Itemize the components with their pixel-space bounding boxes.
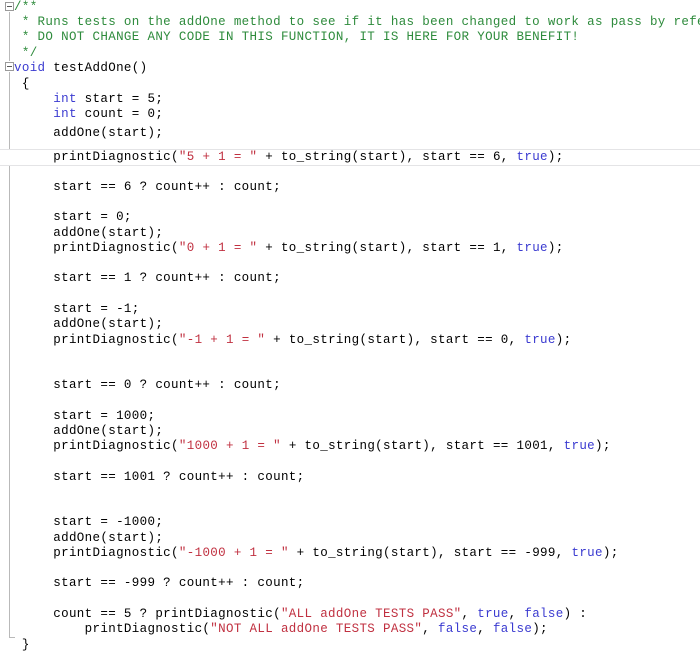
code-line[interactable]: addOne(start); xyxy=(14,424,700,439)
code-line[interactable]: { xyxy=(14,77,700,92)
code-token-st: "ALL addOne TESTS PASS" xyxy=(280,607,462,621)
code-token-pl: printDiagnostic( xyxy=(14,333,179,347)
code-token-pl: + to_string(start), start == 0, xyxy=(265,333,525,347)
code-token-pl: , xyxy=(461,607,478,621)
code-token-cm: */ xyxy=(14,46,38,60)
code-token-pl: start = 1000; xyxy=(14,409,156,423)
code-token-kw: false xyxy=(524,607,564,621)
code-token-pl: start = -1; xyxy=(14,302,140,316)
code-token-pl: start == 0 ? count++ : count; xyxy=(14,378,281,392)
code-token-cm: /** xyxy=(14,0,38,14)
code-token-pl: ); xyxy=(555,333,572,347)
code-line[interactable]: int count = 0; xyxy=(14,107,700,122)
code-token-pl: addOne(start); xyxy=(14,126,164,140)
code-token-pl: printDiagnostic( xyxy=(14,622,211,636)
code-token-kw: true xyxy=(516,150,548,164)
code-token-cm: * Runs tests on the addOne method to see… xyxy=(14,15,700,29)
code-token-st: "1000 + 1 = " xyxy=(178,439,281,453)
code-token-kw: false xyxy=(437,622,478,636)
code-token-kw: void xyxy=(14,61,46,75)
code-line[interactable]: addOne(start); xyxy=(14,126,700,141)
code-line[interactable]: * Runs tests on the addOne method to see… xyxy=(14,15,700,30)
code-line[interactable]: printDiagnostic("1000 + 1 = " + to_strin… xyxy=(14,439,700,454)
code-line[interactable]: start == 1001 ? count++ : count; xyxy=(14,470,700,485)
code-token-pl: } xyxy=(14,638,30,652)
code-editor[interactable]: /** * Runs tests on the addOne method to… xyxy=(0,0,700,654)
code-line[interactable]: count == 5 ? printDiagnostic("ALL addOne… xyxy=(14,607,700,622)
code-token-pl: start == 1001 ? count++ : count; xyxy=(14,470,305,484)
code-token-st: "0 + 1 = " xyxy=(178,241,258,255)
code-token-kw: true xyxy=(477,607,509,621)
code-token-pl: testAddOne() xyxy=(45,61,148,75)
code-token-kw: true xyxy=(571,546,603,560)
code-token-pl: , xyxy=(477,622,493,636)
code-line[interactable]: start == 0 ? count++ : count; xyxy=(14,378,700,393)
code-token-kw: int xyxy=(53,92,77,106)
code-token-pl: printDiagnostic( xyxy=(14,439,179,453)
code-line[interactable]: */ xyxy=(14,46,700,61)
code-token-pl: ); xyxy=(532,622,548,636)
code-token-pl: start == 1 ? count++ : count; xyxy=(14,271,281,285)
code-line[interactable]: start == -999 ? count++ : count; xyxy=(14,576,700,591)
code-token-pl: , xyxy=(508,607,525,621)
code-token-pl: + to_string(start), start == 6, xyxy=(257,150,517,164)
code-line[interactable]: void testAddOne() xyxy=(14,61,700,76)
code-text-area[interactable]: /** * Runs tests on the addOne method to… xyxy=(0,0,700,654)
code-token-pl: printDiagnostic( xyxy=(14,241,179,255)
code-token-cm: * DO NOT CHANGE ANY CODE IN THIS FUNCTIO… xyxy=(14,30,580,44)
code-token-pl: printDiagnostic( xyxy=(14,546,179,560)
code-line-current[interactable]: printDiagnostic("5 + 1 = " + to_string(s… xyxy=(0,149,700,167)
code-token-pl: addOne(start); xyxy=(14,424,164,438)
code-line[interactable]: start == 6 ? count++ : count; xyxy=(14,180,700,195)
code-token-pl: addOne(start); xyxy=(14,531,164,545)
code-token-kw: int xyxy=(53,107,77,121)
code-line[interactable]: start = 1000; xyxy=(14,409,700,424)
code-line[interactable]: addOne(start); xyxy=(14,226,700,241)
code-line[interactable]: start == 1 ? count++ : count; xyxy=(14,271,700,286)
code-token-pl: + to_string(start), start == 1001, xyxy=(280,439,564,453)
code-token-pl: + to_string(start), start == -999, xyxy=(288,546,572,560)
code-token-pl: count == 5 ? printDiagnostic( xyxy=(14,607,281,621)
code-line[interactable]: start = -1000; xyxy=(14,515,700,530)
code-line[interactable]: printDiagnostic("NOT ALL addOne TESTS PA… xyxy=(14,622,700,637)
code-line[interactable]: addOne(start); xyxy=(14,317,700,332)
code-token-pl: addOne(start); xyxy=(14,317,164,331)
code-token-pl: , xyxy=(422,622,438,636)
code-token-pl: ); xyxy=(547,241,564,255)
code-line[interactable]: /** xyxy=(14,0,700,15)
code-token-kw: true xyxy=(516,241,548,255)
code-token-pl: ); xyxy=(602,546,619,560)
code-token-pl: ) : xyxy=(563,607,588,621)
code-token-st: "5 + 1 = " xyxy=(178,150,258,164)
code-line[interactable]: } xyxy=(14,638,700,653)
code-token-kw: true xyxy=(563,439,596,453)
code-token-pl: + to_string(start), start == 1, xyxy=(257,241,517,255)
code-line[interactable]: start = -1; xyxy=(14,302,700,317)
code-line[interactable]: printDiagnostic("0 + 1 = " + to_string(s… xyxy=(14,241,700,256)
code-token-pl: start = 0; xyxy=(14,210,132,224)
code-token-pl: printDiagnostic( xyxy=(14,150,179,164)
code-token-pl: count = 0; xyxy=(76,107,164,121)
code-token-kw: true xyxy=(524,333,556,347)
code-token-pl: ); xyxy=(595,439,611,453)
code-token-pl: { xyxy=(14,77,30,91)
code-line[interactable]: printDiagnostic("-1 + 1 = " + to_string(… xyxy=(14,333,700,348)
code-line[interactable]: printDiagnostic("-1000 + 1 = " + to_stri… xyxy=(14,546,700,561)
code-token-pl: addOne(start); xyxy=(14,226,164,240)
code-token-pl: start == 6 ? count++ : count; xyxy=(14,180,281,194)
code-token-pl: start == -999 ? count++ : count; xyxy=(14,576,305,590)
code-token-st: "-1 + 1 = " xyxy=(178,333,266,347)
code-token-kw: false xyxy=(492,622,533,636)
code-token-pl: start = 5; xyxy=(76,92,164,106)
code-token-st: "NOT ALL addOne TESTS PASS" xyxy=(210,622,423,636)
code-token-pl: ); xyxy=(547,150,564,164)
code-line[interactable]: int start = 5; xyxy=(14,92,700,107)
code-line[interactable]: start = 0; xyxy=(14,210,700,225)
code-line[interactable]: * DO NOT CHANGE ANY CODE IN THIS FUNCTIO… xyxy=(14,30,700,45)
code-line[interactable]: addOne(start); xyxy=(14,531,700,546)
code-token-pl: start = -1000; xyxy=(14,515,164,529)
code-token-st: "-1000 + 1 = " xyxy=(178,546,289,560)
